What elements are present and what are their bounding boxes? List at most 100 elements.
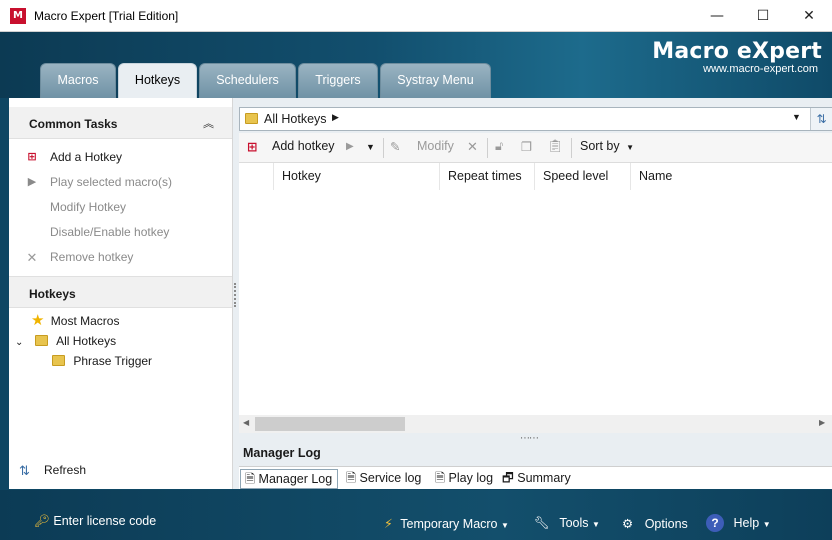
task-label: Disable/Enable hotkey (50, 225, 170, 239)
close-button[interactable]: ✕ (786, 0, 832, 32)
tab-triggers[interactable]: Triggers (298, 63, 378, 98)
folder-icon (245, 113, 258, 124)
common-tasks-header[interactable]: Common Tasks ︽ (9, 107, 232, 139)
path-arrow-icon[interactable]: ▶ (332, 112, 339, 123)
maximize-button[interactable]: ☐ (740, 0, 786, 32)
license-button[interactable]: 🔑︎ Enter license code (34, 514, 156, 529)
task-label: Modify Hotkey (50, 200, 127, 214)
tab-macros[interactable]: Macros (40, 63, 116, 98)
temporary-macro-label: Temporary Macro (400, 517, 498, 531)
copy-icon[interactable]: ❐ (521, 139, 532, 154)
hotkeys-tree: ★ Most Macros ⌄ All Hotkeys Phrase Trigg… (9, 308, 232, 371)
task-add-hotkey[interactable]: ⊞ Add a Hotkey (9, 145, 232, 170)
task-label: Add a Hotkey (50, 150, 123, 164)
dropdown-icon: ▼ (762, 520, 771, 529)
title-bar: M Macro Expert [Trial Edition] — ☐ ✕ (0, 0, 832, 32)
refresh-icon: ⇅ (19, 463, 30, 478)
column-header-speed-level[interactable]: Speed level (535, 163, 631, 190)
hotkeys-grid[interactable]: Hotkey Repeat times Speed level Name (239, 163, 832, 433)
tools-button[interactable]: 🔧︎ Tools ▼ (534, 516, 600, 531)
column-header-hotkey[interactable]: Hotkey (274, 163, 440, 190)
tree-item-phrase-trigger[interactable]: Phrase Trigger (9, 351, 232, 371)
lightning-icon: ⚡︎ (384, 517, 393, 531)
clipboard-icon[interactable]: 📋︎ (547, 139, 563, 154)
log-title: Manager Log (243, 446, 321, 460)
log-splitter-grip[interactable]: ⋯⋯ (520, 433, 539, 444)
license-label: Enter license code (53, 514, 157, 528)
task-label: Play selected macro(s) (50, 175, 173, 189)
tab-manager-log[interactable]: 🗎︎ Manager Log (240, 469, 338, 489)
hotkeys-tree-header: Hotkeys (9, 276, 232, 308)
common-tasks-list: ⊞ Add a Hotkey ▶ Play selected macro(s) … (9, 139, 232, 270)
star-icon: ★ (31, 312, 45, 329)
scroll-left-icon[interactable]: ◀ (243, 418, 249, 427)
tree-item-all-hotkeys[interactable]: ⌄ All Hotkeys (9, 331, 232, 351)
task-modify-hotkey[interactable]: Modify Hotkey (9, 195, 232, 220)
horizontal-scrollbar[interactable]: ◀ ▶ (239, 415, 832, 433)
remove-icon[interactable]: ✕ (467, 139, 478, 155)
refresh-path-icon[interactable]: ⇅ (810, 108, 832, 130)
unlock-icon[interactable]: 🔓︎ (495, 139, 503, 154)
brand-logo: Macro eXpert (652, 39, 822, 64)
path-dropdown-icon[interactable]: ▼ (792, 112, 801, 122)
document-icon: 🗎︎ (245, 472, 256, 486)
task-play-macros[interactable]: ▶ Play selected macro(s) (9, 170, 232, 195)
options-button[interactable]: ⚙ Options (622, 516, 688, 531)
log-tab-label: Play log (448, 471, 494, 485)
refresh-label: Refresh (44, 463, 87, 477)
play-dropdown-icon[interactable]: ▼ (366, 142, 375, 152)
help-icon: ? (706, 514, 724, 532)
log-tab-label: Summary (517, 471, 571, 485)
minimize-button[interactable]: — (694, 0, 740, 32)
scroll-thumb[interactable] (255, 417, 405, 431)
task-remove-hotkey[interactable]: ✕ Remove hotkey (9, 245, 232, 270)
sort-by-label: Sort by (580, 139, 620, 153)
document-icon: 🗎︎ (435, 471, 446, 485)
dropdown-icon: ▼ (592, 520, 600, 529)
path-bar[interactable]: All Hotkeys ▶ ▼ ⇅ (239, 107, 832, 131)
brand-url: www.macro-expert.com (703, 63, 818, 75)
tree-item-label: Phrase Trigger (73, 354, 153, 368)
common-tasks-title: Common Tasks (29, 117, 118, 131)
remove-icon: ✕ (26, 250, 38, 265)
toolbar-separator (487, 138, 488, 158)
task-label: Remove hotkey (50, 250, 134, 264)
temporary-macro-button[interactable]: ⚡︎ Temporary Macro ▼ (384, 516, 509, 531)
play-icon: ▶ (27, 176, 37, 188)
scroll-right-icon[interactable]: ▶ (819, 418, 825, 427)
document-icon: 🗎︎ (346, 471, 357, 485)
refresh-button[interactable]: ⇅ Refresh (9, 458, 233, 483)
tools-label: Tools (559, 516, 589, 530)
window-title: Macro Expert [Trial Edition] (34, 9, 179, 23)
splitter-grip (234, 283, 236, 307)
column-header-name[interactable]: Name (631, 163, 832, 190)
tab-play-log[interactable]: 🗎︎ Play log (431, 469, 497, 489)
tab-service-log[interactable]: 🗎︎ Service log (342, 469, 425, 489)
tab-summary[interactable]: 🗗︎ Summary (498, 469, 575, 489)
toolbar: ⊞ Add hotkey ▶ ▼ ✎ Modify ✕ 🔓︎ ❐ 📋︎ Sort… (239, 133, 832, 163)
tab-systray-menu[interactable]: Systray Menu (380, 63, 491, 98)
path-label: All Hotkeys (264, 112, 327, 126)
add-hotkey-icon: ⊞ (247, 140, 258, 154)
add-hotkey-icon: ⊞ (27, 151, 37, 163)
tree-item-most-macros[interactable]: ★ Most Macros (9, 311, 232, 331)
tree-item-label: Most Macros (50, 314, 120, 328)
sort-by-button[interactable]: Sort by ▼ (580, 139, 634, 153)
modify-button[interactable]: Modify (417, 139, 454, 153)
options-label: Options (644, 517, 688, 531)
column-header-repeat-times[interactable]: Repeat times (440, 163, 535, 190)
tab-hotkeys[interactable]: Hotkeys (118, 63, 197, 99)
tree-item-label: All Hotkeys (56, 334, 117, 348)
collapse-icon[interactable]: ︽ (203, 107, 214, 141)
folder-icon (34, 335, 48, 346)
help-button[interactable]: ? Help ▼ (706, 514, 771, 532)
help-label: Help (733, 516, 760, 530)
log-tab-label: Service log (359, 471, 422, 485)
hotkeys-tree-title: Hotkeys (29, 287, 76, 301)
tab-schedulers[interactable]: Schedulers (199, 63, 296, 98)
add-hotkey-button[interactable]: Add hotkey (272, 139, 335, 153)
task-disable-enable-hotkey[interactable]: Disable/Enable hotkey (9, 220, 232, 245)
play-icon[interactable]: ▶ (346, 141, 354, 152)
sort-dropdown-icon: ▼ (626, 143, 635, 152)
chevron-down-icon[interactable]: ⌄ (15, 337, 23, 348)
